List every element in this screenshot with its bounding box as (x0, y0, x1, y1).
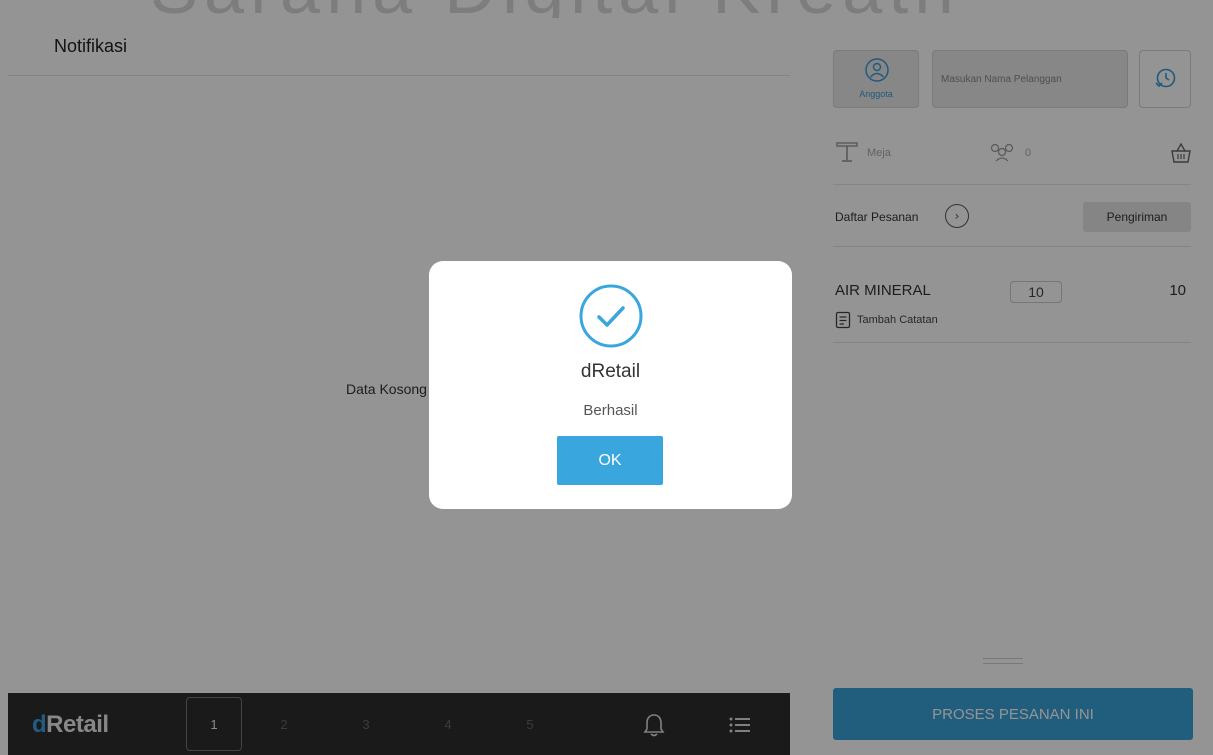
success-dialog: dRetail Berhasil OK (429, 261, 792, 509)
ok-button[interactable]: OK (557, 436, 663, 485)
check-circle-icon (579, 284, 643, 348)
dialog-message: Berhasil (583, 402, 638, 419)
dialog-title: dRetail (580, 361, 641, 382)
